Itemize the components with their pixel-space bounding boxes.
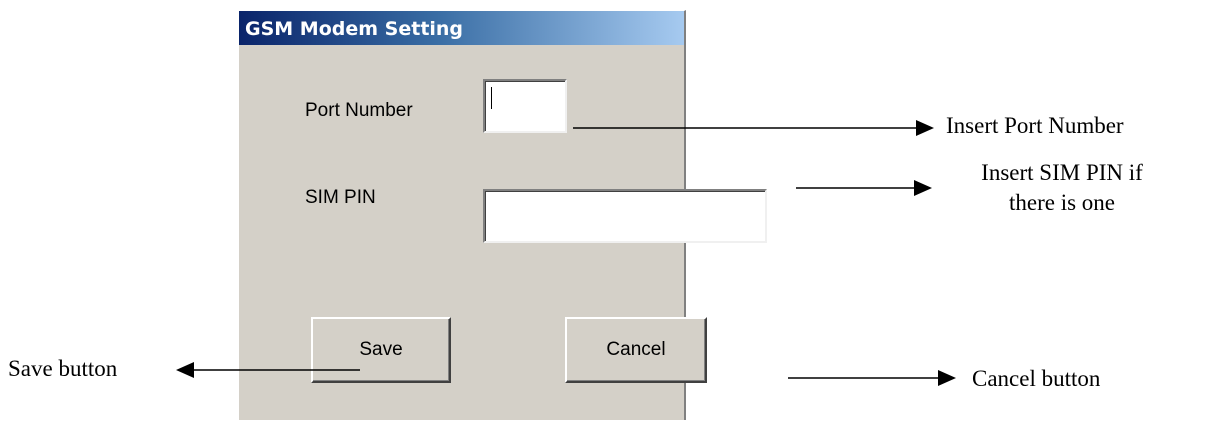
port-arrowhead <box>916 120 934 136</box>
annotation-sim-line2: there is one <box>1008 190 1115 215</box>
annotation-sim-line1: Insert SIM PIN if <box>981 160 1143 185</box>
save-arrowhead <box>176 362 194 378</box>
sim-arrowhead <box>914 180 932 196</box>
annotation-save: Save button <box>8 356 118 381</box>
cancel-arrowhead <box>938 370 956 386</box>
annotation-cancel: Cancel button <box>972 366 1101 391</box>
annotation-port: Insert Port Number <box>946 113 1124 138</box>
annotation-sim: Insert SIM PIN if there is one <box>938 158 1186 218</box>
